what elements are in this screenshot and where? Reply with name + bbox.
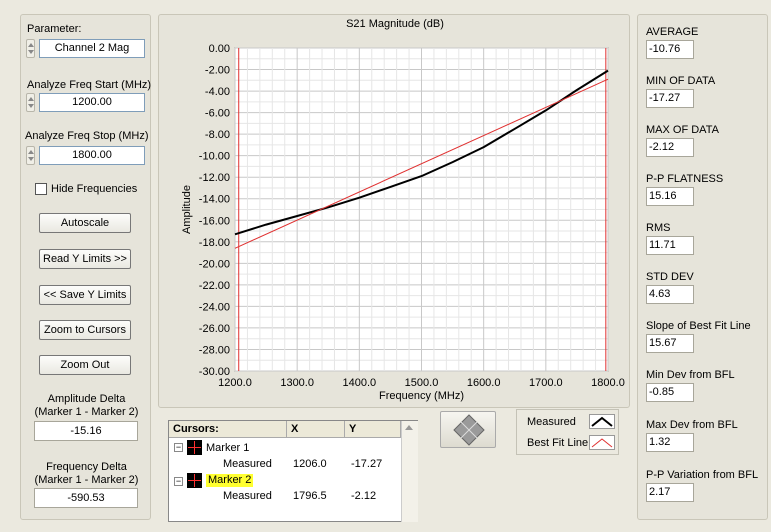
- marker-2-label[interactable]: Marker 2: [206, 474, 254, 487]
- y-header: Y: [345, 421, 401, 438]
- y-tick-label: -18.00: [199, 237, 230, 249]
- freq-start-spinner[interactable]: [26, 93, 35, 112]
- y-tick-label: -2.00: [205, 65, 230, 77]
- amplitude-delta-title: Amplitude Delta: [47, 393, 126, 405]
- amplitude-delta-subtitle: (Marker 1 - Marker 2): [34, 406, 139, 418]
- stat-label: RMS: [646, 222, 671, 234]
- y-tick-label: -4.00: [205, 86, 230, 98]
- freq-start-label: Analyze Freq Start (MHz): [27, 79, 152, 91]
- hide-frequencies-checkbox[interactable]: [35, 183, 47, 195]
- stat-label: MAX OF DATA: [646, 124, 719, 136]
- x-tick-label: 1300.0: [280, 377, 314, 389]
- stat-value: -0.85: [646, 383, 694, 402]
- marker-1-crosshair-icon: [187, 440, 202, 455]
- y-tick-label: 0.00: [209, 43, 230, 55]
- x-tick-label: 1600.0: [467, 377, 501, 389]
- zoom-out-button[interactable]: Zoom Out: [39, 355, 131, 375]
- stat-label: P-P FLATNESS: [646, 173, 724, 185]
- amplitude-delta-value: -15.16: [34, 421, 138, 441]
- cursor-move-icon: [453, 414, 485, 446]
- stat-value: -10.76: [646, 40, 694, 59]
- autoscale-button[interactable]: Autoscale: [39, 213, 131, 233]
- stat-label: Slope of Best Fit Line: [646, 320, 751, 332]
- cursor-table[interactable]: Cursors: X Y − Marker 1 Measured 1206.0 …: [168, 420, 418, 522]
- stat-value: 4.63: [646, 285, 694, 304]
- graph-panel: S21 Magnitude (dB) 0.00 -2.00 -4.00 -6.00 -8…: [158, 14, 630, 408]
- x-tick-label: 1200.0: [218, 377, 252, 389]
- marker-1-y: -17.27: [351, 458, 383, 470]
- save-y-limits-button[interactable]: << Save Y Limits: [39, 285, 131, 305]
- stat-value: 1.32: [646, 433, 694, 452]
- marker-1-label[interactable]: Marker 1: [206, 442, 249, 455]
- marker-2-crosshair-icon: [187, 473, 202, 488]
- collapse-marker-2-icon[interactable]: −: [174, 477, 183, 486]
- freq-start-input[interactable]: 1200.00: [39, 93, 145, 112]
- stat-label: Max Dev from BFL: [646, 419, 738, 431]
- y-tick-label: -22.00: [199, 280, 230, 292]
- hide-frequencies-label: Hide Frequencies: [51, 183, 138, 195]
- stat-value: 15.16: [646, 187, 694, 206]
- statistics-panel: AVERAGE -10.76 MIN OF DATA -17.27 MAX OF DAT…: [637, 14, 768, 520]
- y-tick-label: -20.00: [199, 258, 230, 270]
- plot-legend: Measured Best Fit Line: [516, 409, 619, 455]
- marker-2-x: 1796.5: [293, 490, 327, 502]
- y-tick-label: -8.00: [205, 129, 230, 141]
- stat-label: AVERAGE: [646, 26, 699, 38]
- freq-stop-label: Analyze Freq Stop (MHz): [25, 130, 149, 142]
- y-tick-label: -26.00: [199, 323, 230, 335]
- freq-stop-spinner[interactable]: [26, 146, 35, 165]
- marker-1-x: 1206.0: [293, 458, 327, 470]
- legend-bfl-label: Best Fit Line: [527, 437, 589, 449]
- scroll-up-icon[interactable]: [405, 425, 413, 430]
- stat-value: 15.67: [646, 334, 694, 353]
- stat-value: 11.71: [646, 236, 694, 255]
- s21-magnitude-chart[interactable]: 0.00 -2.00 -4.00 -6.00 -8.00 -10.00 -12.00 -14.…: [159, 15, 631, 409]
- stat-label: Min Dev from BFL: [646, 369, 735, 381]
- y-axis-label: Amplitude: [181, 185, 193, 234]
- marker-1-trace: Measured: [223, 458, 272, 470]
- legend-bfl-swatch[interactable]: [589, 435, 615, 450]
- y-tick-label: -24.00: [199, 301, 230, 313]
- parameter-spinner[interactable]: [26, 39, 35, 58]
- x-tick-label: 1400.0: [343, 377, 377, 389]
- marker-2-y: -2.12: [351, 490, 377, 502]
- marker-2-trace: Measured: [223, 490, 272, 502]
- collapse-marker-1-icon[interactable]: −: [174, 443, 183, 452]
- x-tick-label: 1800.0: [591, 377, 625, 389]
- read-y-limits-button[interactable]: Read Y Limits >>: [39, 249, 131, 269]
- controls-panel: Parameter: Channel 2 Mag Analyze Freq St…: [20, 14, 151, 520]
- cursor-move-button[interactable]: [440, 411, 496, 448]
- frequency-delta-label: Frequency Delta (Marker 1 - Marker 2): [21, 461, 152, 487]
- y-tick-label: -16.00: [199, 215, 230, 227]
- y-tick-label: -14.00: [199, 194, 230, 206]
- cursor-table-scrollbar[interactable]: [401, 421, 418, 522]
- amplitude-delta-label: Amplitude Delta (Marker 1 - Marker 2): [21, 393, 152, 419]
- cursor-header: Cursors:: [169, 421, 287, 438]
- parameter-select[interactable]: Channel 2 Mag: [39, 39, 145, 58]
- stat-value: -2.12: [646, 138, 694, 157]
- y-tick-label: -6.00: [205, 108, 230, 120]
- frequency-delta-value: -590.53: [34, 488, 138, 508]
- y-tick-label: -12.00: [199, 172, 230, 184]
- y-tick-label: -10.00: [199, 151, 230, 163]
- zoom-to-cursors-button[interactable]: Zoom to Cursors: [39, 320, 131, 340]
- stat-value: -17.27: [646, 89, 694, 108]
- stat-label: MIN OF DATA: [646, 75, 716, 87]
- freq-stop-input[interactable]: 1800.00: [39, 146, 145, 165]
- stat-label: STD DEV: [646, 271, 694, 283]
- parameter-label: Parameter:: [27, 23, 82, 35]
- frequency-delta-title: Frequency Delta: [46, 461, 127, 473]
- x-header: X: [287, 421, 345, 438]
- stat-label: P-P Variation from BFL: [646, 469, 759, 481]
- legend-measured-swatch[interactable]: [589, 414, 615, 429]
- stat-value: 2.17: [646, 483, 694, 502]
- x-axis-label: Frequency (MHz): [379, 390, 464, 402]
- x-tick-label: 1500.0: [405, 377, 439, 389]
- y-tick-label: -28.00: [199, 344, 230, 356]
- x-tick-label: 1700.0: [529, 377, 563, 389]
- frequency-delta-subtitle: (Marker 1 - Marker 2): [34, 474, 139, 486]
- legend-measured-label: Measured: [527, 416, 576, 428]
